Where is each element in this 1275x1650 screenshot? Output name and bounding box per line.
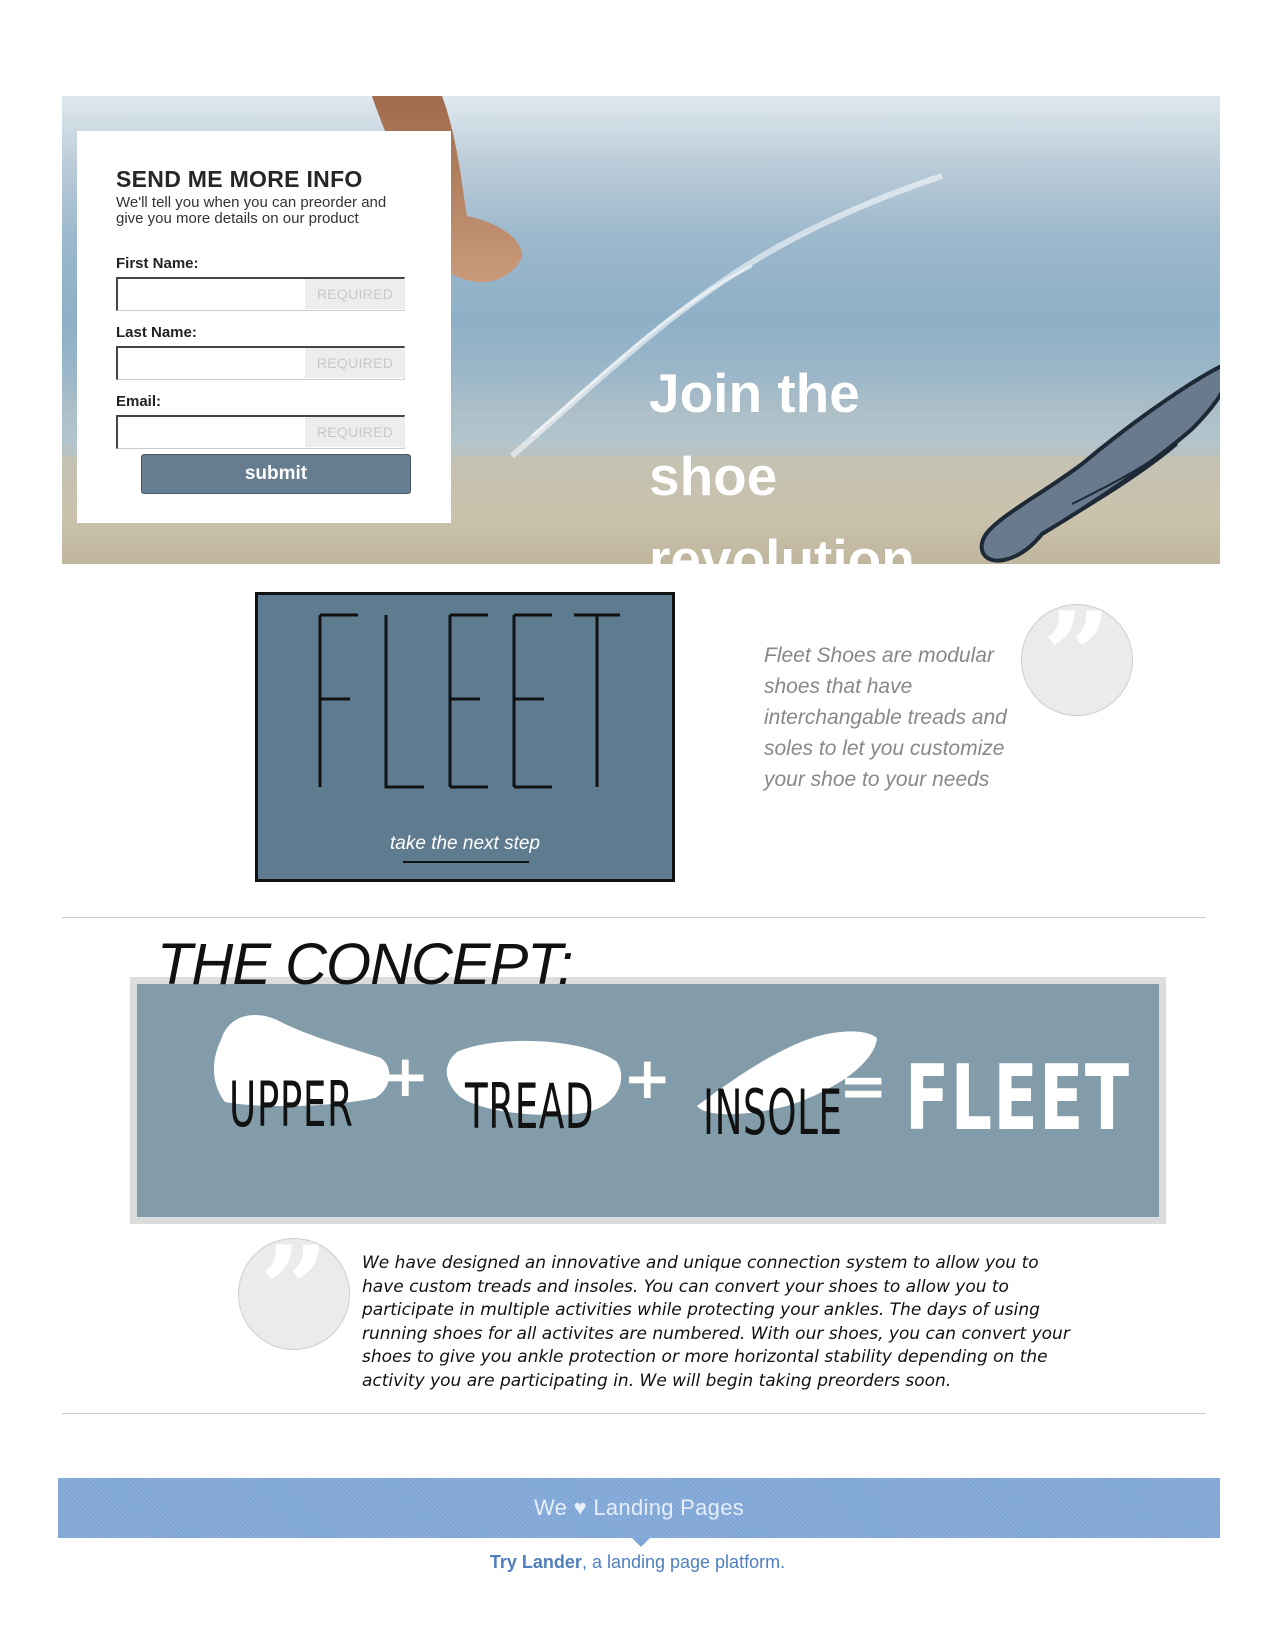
concept-diagram: UPPER + TREAD + INSOLE = FLEET xyxy=(130,977,1166,1224)
concept-part-tread: TREAD xyxy=(465,1070,595,1143)
concept-plus-2: + xyxy=(623,1044,672,1112)
concept-part-upper: UPPER xyxy=(229,1068,354,1141)
quote-icon: ” xyxy=(238,1238,350,1350)
concept-plus-1: + xyxy=(381,1042,430,1110)
footer-banner: We ♥ Landing Pages xyxy=(58,1478,1220,1538)
footer-banner-prefix: We xyxy=(533,1495,568,1520)
last-name-required-badge: REQUIRED xyxy=(305,348,405,378)
side-quote-text: Fleet Shoes are modular shoes that have … xyxy=(764,644,1007,791)
signup-form: SEND ME MORE INFO We'll tell you when yo… xyxy=(77,131,451,523)
concept-equals: = xyxy=(839,1052,888,1120)
footer-banner-text: We ♥ Landing Pages xyxy=(58,1495,1220,1521)
form-title: SEND ME MORE INFO xyxy=(116,166,363,192)
fleet-logo: take the next step xyxy=(255,592,675,882)
form-subtitle: We'll tell you when you can preorder and… xyxy=(116,194,387,227)
footer-cta: Try Lander, a landing page platform. xyxy=(0,1552,1275,1573)
hero-headline-line-1: Join the xyxy=(649,362,860,424)
email-label: Email: xyxy=(116,393,162,410)
submit-button[interactable]: submit xyxy=(141,454,411,494)
concept-result-fleet: FLEET xyxy=(905,1046,1131,1151)
section-divider xyxy=(62,1413,1206,1414)
footer-notch xyxy=(632,1538,650,1547)
first-name-required-badge: REQUIRED xyxy=(305,279,405,309)
logo-tagline: take the next step xyxy=(390,833,540,854)
heart-icon: ♥ xyxy=(573,1495,587,1520)
concept-title: THE CONCEPT: xyxy=(157,932,573,997)
footer-cta-rest: , a landing page platform. xyxy=(581,1552,786,1572)
footer-banner-suffix: Landing Pages xyxy=(593,1495,745,1520)
hero-headline: Join the shoe revolution. xyxy=(649,352,1029,564)
first-name-label: First Name: xyxy=(116,255,199,272)
hero-headline-line-2: shoe xyxy=(649,445,778,507)
try-lander-link[interactable]: Try Lander xyxy=(490,1552,582,1572)
hero-headline-line-3: revolution. xyxy=(649,528,931,564)
last-name-label: Last Name: xyxy=(116,324,197,341)
tagline-underline xyxy=(403,861,529,863)
quote-icon: ” xyxy=(1021,604,1133,716)
concept-part-insole: INSOLE xyxy=(703,1076,843,1149)
email-required-badge: REQUIRED xyxy=(305,417,405,447)
concept-description: We have designed an innovative and uniqu… xyxy=(362,1253,1070,1391)
section-divider xyxy=(62,917,1206,918)
